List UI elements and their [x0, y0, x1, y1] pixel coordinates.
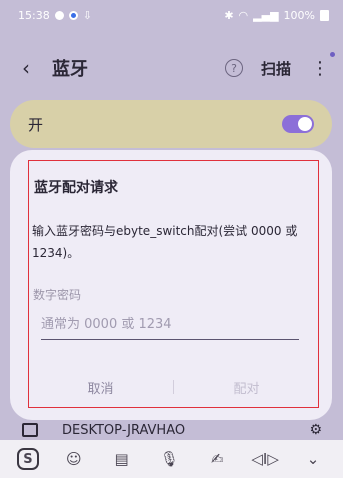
app-bar: ‹ 蓝牙 ? 扫描 ⋮ [0, 48, 343, 88]
scan-button[interactable]: 扫描 [261, 58, 291, 79]
page-title: 蓝牙 [52, 59, 88, 80]
battery-percent: 100% [283, 8, 315, 22]
bluetooth-status-icon: ✱ [224, 8, 234, 22]
status-time: 15:38 [18, 8, 50, 22]
message-notification-icon [54, 10, 64, 20]
pin-input[interactable] [41, 310, 299, 340]
clipboard-icon[interactable]: ▤ [109, 446, 135, 472]
laptop-icon [22, 423, 38, 437]
device-name: DESKTOP-JRAVHAO [62, 422, 186, 438]
keyboard-toolbar: S ☺ ▤ 🎙 ✍ ◁I▷ ⌄ [0, 440, 343, 478]
back-icon[interactable]: ‹ [22, 56, 48, 80]
bluetooth-toggle-row[interactable]: 开 [10, 100, 332, 148]
collapse-keyboard-icon[interactable]: ⌄ [300, 446, 326, 472]
pin-field-label: 数字密码 [33, 288, 82, 302]
microphone-icon[interactable]: 🎙 [156, 446, 182, 472]
wifi-status-icon: ◠ [238, 8, 249, 22]
cursor-control-icon[interactable]: ◁I▷ [251, 446, 279, 472]
help-icon[interactable]: ? [224, 59, 243, 77]
battery-icon [320, 9, 329, 21]
app-notification-icon [68, 10, 78, 20]
paired-device-row[interactable]: DESKTOP-JRAVHAO ⚙ [22, 418, 322, 442]
highlight-outline [28, 160, 319, 408]
signal-icon: ▂▄▆ [253, 8, 279, 22]
dialog-message: 输入蓝牙密码与ebyte_switch配对(尝试 0000 或 1234)。 [32, 224, 298, 260]
pair-button[interactable]: 配对 [174, 378, 319, 397]
download-notification-icon: ⇩ [82, 8, 92, 22]
bluetooth-toggle-switch[interactable] [282, 115, 314, 133]
gear-icon[interactable]: ⚙ [309, 422, 322, 438]
cancel-button[interactable]: 取消 [28, 378, 173, 397]
handwriting-icon[interactable]: ✍ [204, 446, 230, 472]
emoji-icon[interactable]: ☺ [61, 446, 87, 472]
status-right: ✱ ◠ ▂▄▆ 100% [224, 9, 329, 22]
dialog-title: 蓝牙配对请求 [34, 180, 118, 196]
more-options-glyph: ⋮ [311, 57, 329, 79]
dialog-buttons: 取消 配对 [28, 372, 319, 402]
pairing-request-dialog: 蓝牙配对请求 输入蓝牙密码与ebyte_switch配对(尝试 0000 或 1… [10, 150, 332, 420]
more-options-icon[interactable]: ⋮ [311, 51, 335, 79]
toggle-label: 开 [28, 115, 44, 134]
status-bar: 15:38 ⇩ ✱ ◠ ▂▄▆ 100% [0, 0, 343, 30]
swiftkey-icon[interactable]: S [16, 448, 39, 470]
notification-dot [330, 51, 335, 57]
toggle-knob [298, 117, 312, 131]
status-left: 15:38 ⇩ [18, 9, 92, 22]
